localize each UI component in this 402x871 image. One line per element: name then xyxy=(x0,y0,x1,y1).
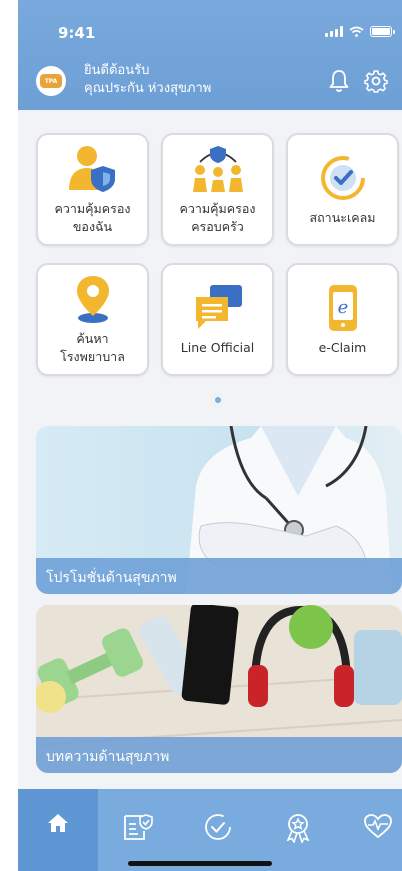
health-articles-banner[interactable]: บทความด้านสุขภาพ xyxy=(36,605,402,773)
welcome-username: คุณประกัน ห่วงสุขภาพ xyxy=(84,81,212,96)
award-icon xyxy=(286,814,310,843)
status-icons xyxy=(325,26,395,37)
settings-button[interactable] xyxy=(363,68,389,94)
page-indicator-dot xyxy=(215,397,221,403)
menu-claim-status[interactable]: สถานะเคลม xyxy=(286,133,399,246)
menu-label: e-Claim xyxy=(318,339,367,355)
status-time: 9:41 xyxy=(58,24,96,42)
notifications-button[interactable] xyxy=(326,68,352,94)
menu-family-coverage[interactable]: ความคุ้มครอง ครอบครัว xyxy=(161,133,274,246)
bell-icon xyxy=(329,70,349,92)
menu-e-claim[interactable]: e e-Claim xyxy=(286,263,399,376)
home-icon xyxy=(48,814,68,832)
signal-icon xyxy=(325,26,343,37)
brand-logo: TPA xyxy=(36,66,66,96)
menu-my-coverage[interactable]: ความคุ้มครอง ของฉัน xyxy=(36,133,149,246)
nav-home[interactable] xyxy=(18,789,98,871)
welcome-text: ยินดีต้อนรับ คุณประกัน ห่วงสุขภาพ xyxy=(84,62,211,98)
phone-e-icon: e xyxy=(328,284,357,331)
bottom-nav xyxy=(18,789,402,871)
app-screen: 9:41 TPA ยินดีต้อนรับ คุณประกัน ห่วงสุขภ… xyxy=(18,0,402,871)
menu-label: ค้นหา โรงพยาบาล xyxy=(60,330,125,364)
health-promotion-banner[interactable]: โปรโมชั่นด้านสุขภาพ xyxy=(36,426,402,594)
menu-label: Line Official xyxy=(180,339,255,355)
menu-label: สถานะเคลม xyxy=(309,209,376,225)
banner-caption: โปรโมชั่นด้านสุขภาพ xyxy=(36,558,402,594)
battery-icon xyxy=(370,26,395,37)
banner-caption: บทความด้านสุขภาพ xyxy=(36,737,402,773)
location-pin-icon xyxy=(76,275,109,323)
gear-icon xyxy=(364,70,388,93)
document-check-icon xyxy=(124,814,153,840)
check-circle-icon xyxy=(320,155,365,200)
chat-bubbles-icon xyxy=(195,284,242,329)
home-indicator xyxy=(128,861,272,866)
person-shield-icon xyxy=(68,145,115,192)
progress-check-icon xyxy=(205,814,231,840)
menu-find-hospital[interactable]: ค้นหา โรงพยาบาล xyxy=(36,263,149,376)
nav-rewards[interactable] xyxy=(258,789,338,871)
menu-label: ความคุ้มครอง ครอบครัว xyxy=(179,200,256,234)
app-header: 9:41 TPA ยินดีต้อนรับ คุณประกัน ห่วงสุขภ… xyxy=(18,0,402,110)
menu-grid: ความคุ้มครอง ของฉัน ความคุ้มครอง ครอบครั… xyxy=(36,133,402,376)
menu-label: ความคุ้มครอง ของฉัน xyxy=(54,200,131,234)
nav-health[interactable] xyxy=(338,789,402,871)
family-shield-icon xyxy=(192,145,243,192)
wifi-icon xyxy=(349,26,364,37)
nav-claim-status[interactable] xyxy=(178,789,258,871)
nav-documents[interactable] xyxy=(98,789,178,871)
heart-pulse-icon xyxy=(364,814,392,839)
menu-line-official[interactable]: Line Official xyxy=(161,263,274,376)
welcome-greeting: ยินดีต้อนรับ xyxy=(84,63,150,78)
svg-text:e: e xyxy=(337,297,348,318)
